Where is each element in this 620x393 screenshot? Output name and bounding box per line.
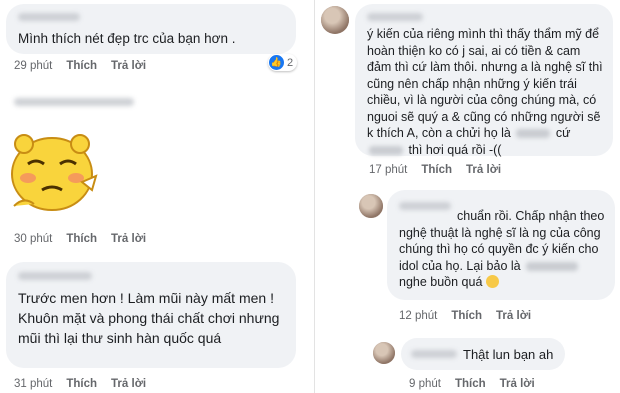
comment-meta: 31 phút Thích Trả lời	[14, 378, 160, 390]
comment-meta: 17 phút Thích Trả lời	[369, 164, 515, 176]
comment-meta: 29 phút Thích Trả lời	[14, 60, 160, 72]
reply-button[interactable]: Trả lời	[111, 60, 146, 72]
comment-text: Thật lun bạn ah	[463, 347, 554, 362]
comment-meta: 9 phút Thích Trả lời	[409, 378, 549, 390]
comment-time[interactable]: 31 phút	[14, 378, 52, 390]
redacted-word	[516, 129, 551, 139]
comment-bubble: Mình thích nét đẹp trc của bạn hơn .	[6, 4, 296, 54]
like-button[interactable]: Thích	[66, 233, 97, 245]
reply-button[interactable]: Trả lời	[496, 310, 531, 322]
avatar[interactable]	[359, 194, 383, 218]
comment-time[interactable]: 12 phút	[399, 310, 437, 322]
like-button[interactable]: Thích	[421, 164, 452, 176]
redacted-word	[369, 145, 403, 155]
comment-meta: 12 phút Thích Trả lời	[399, 310, 545, 322]
comment-text: chuẩn rồi. Chấp nhận theo nghệ thuật là …	[399, 208, 611, 291]
commenter-name-redacted	[18, 272, 92, 280]
commenter-name-redacted	[411, 350, 457, 358]
like-button[interactable]: Thích	[66, 60, 97, 72]
like-button[interactable]: Thích	[66, 378, 97, 390]
comment-bubble: Trước men hơn ! Làm mũi này mất men ! Kh…	[6, 262, 296, 368]
comment-bubble: ý kiến của riêng mình thì thấy thẩm mỹ đ…	[355, 4, 613, 158]
reply-button[interactable]: Trả lời	[466, 164, 501, 176]
left-comment-panel: Mình thích nét đẹp trc của bạn hơn . 👍 2…	[0, 0, 312, 393]
comment-text: Mình thích nét đẹp trc của bạn hơn .	[18, 31, 236, 46]
avatar[interactable]	[373, 342, 395, 364]
commenter-name-redacted	[18, 13, 80, 21]
comment-bubble: Thật lun bạn ah	[401, 338, 565, 370]
comment-text: ý kiến của riêng mình thì thấy thẩm mỹ đ…	[367, 26, 607, 158]
commenter-name-redacted	[367, 13, 423, 21]
right-comment-panel: ý kiến của riêng mình thì thấy thẩm mỹ đ…	[314, 0, 620, 393]
like-reaction-icon: 👍	[269, 55, 284, 70]
reply-button[interactable]: Trả lời	[111, 378, 146, 390]
comment-time[interactable]: 17 phút	[369, 164, 407, 176]
reaction-count-label: 2	[287, 56, 294, 69]
sticker-image	[4, 120, 100, 220]
comment-text-part: nghe buồn quá	[399, 275, 483, 289]
comment-text-part: ý kiến của riêng mình thì thấy thẩm mỹ đ…	[367, 27, 603, 140]
avatar[interactable]	[321, 6, 349, 34]
sad-face-emoji-icon	[485, 275, 499, 288]
comment-text-part: cứ	[555, 126, 571, 140]
comment-text: Trước men hơn ! Làm mũi này mất men ! Kh…	[18, 290, 280, 346]
comment-time[interactable]: 29 phút	[14, 60, 52, 72]
comment-time[interactable]: 9 phút	[409, 378, 441, 390]
commenter-name-redacted	[14, 98, 134, 106]
reply-button[interactable]: Trả lời	[111, 233, 146, 245]
redacted-word	[526, 261, 579, 271]
comment-time[interactable]: 30 phút	[14, 233, 52, 245]
comment-meta: 30 phút Thích Trả lời	[14, 233, 160, 245]
like-button[interactable]: Thích	[455, 378, 486, 390]
reaction-count[interactable]: 👍 2	[268, 54, 298, 71]
reply-button[interactable]: Trả lời	[500, 378, 535, 390]
sticker-bear-face-icon	[11, 134, 98, 211]
comment-bubble: chuẩn rồi. Chấp nhận theo nghệ thuật là …	[387, 190, 615, 300]
like-button[interactable]: Thích	[451, 310, 482, 322]
comment-text-part: thì hơi quá rồi -((	[408, 142, 502, 157]
